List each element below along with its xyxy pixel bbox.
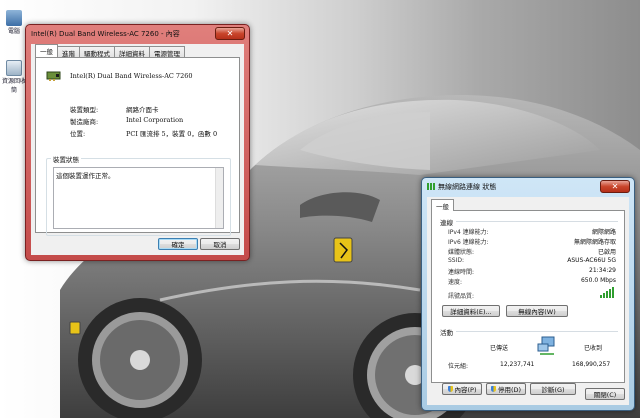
status-value: 650.0 Mbps <box>580 277 616 284</box>
sent-label: 已傳送 <box>490 345 509 352</box>
desktop-icon-recycle-bin[interactable]: 資源回收筒 <box>2 60 26 94</box>
desktop-icon-label: 電腦 <box>7 28 20 35</box>
wireless-status-window: 無線網路連線 狀態 ✕ 一般 連線 IPv4 連線能力: 網際網路 IPv6 連… <box>421 177 635 411</box>
section-divider <box>456 331 618 332</box>
diagnose-button[interactable]: 診斷(G) <box>530 383 576 395</box>
properties-client: 一般 進階 驅動程式 詳細資料 電源管理 Intel(R) Dual Band … <box>31 44 244 255</box>
close-icon: ✕ <box>611 182 619 191</box>
properties-button[interactable]: 內容(P) <box>442 383 482 395</box>
wifi-status-icon <box>427 183 435 190</box>
tab-driver[interactable]: 驅動程式 <box>79 46 115 58</box>
properties-button-label: 內容(P) <box>454 386 477 394</box>
status-row-speed: 速度: 650.0 Mbps <box>448 277 616 286</box>
details-button[interactable]: 詳細資料(E)... <box>442 305 500 317</box>
signal-quality-row: 訊號品質: <box>448 291 616 300</box>
window-title: 無線網路連線 狀態 <box>438 182 497 191</box>
status-row-ipv4: IPv4 連線能力: 網際網路 <box>448 227 616 236</box>
received-label: 已收到 <box>584 345 603 352</box>
disable-button[interactable]: 停用(D) <box>486 383 526 395</box>
status-row-ssid: SSID: ASUS-AC66U 5G <box>448 257 616 264</box>
tab-details[interactable]: 詳細資料 <box>114 46 150 58</box>
status-row-duration: 連線時間: 21:34:29 <box>448 267 616 276</box>
shield-icon <box>447 386 453 392</box>
close-icon: ✕ <box>226 29 234 38</box>
tab-general[interactable]: 一般 <box>431 199 454 211</box>
signal-strength-icon <box>600 287 614 298</box>
cancel-button[interactable]: 取消 <box>200 238 240 250</box>
bytes-received: 168,990,257 <box>572 361 611 368</box>
status-key: 連線時間: <box>448 269 475 276</box>
status-key: 媒體狀態: <box>448 249 475 256</box>
close-dialog-button[interactable]: 關閉(C) <box>585 388 625 400</box>
device-properties-window: Intel(R) Dual Band Wireless-AC 7260 - 內容… <box>25 24 250 261</box>
device-status-textbox[interactable]: 這個裝置運作正常。 <box>53 167 224 229</box>
connection-section-title: 連線 <box>440 219 453 227</box>
network-activity-icon <box>537 336 555 355</box>
device-status-title: 裝置狀態 <box>51 154 81 164</box>
close-button[interactable]: ✕ <box>600 180 630 193</box>
desktop-icon-label: 資源回收筒 <box>2 78 27 94</box>
status-titlebar[interactable]: 無線網路連線 狀態 ✕ <box>422 178 634 195</box>
device-status-text: 這個裝置運作正常。 <box>56 172 115 180</box>
status-scrollbar[interactable] <box>215 168 223 228</box>
general-tab-panel: Intel(R) Dual Band Wireless-AC 7260 裝置類型… <box>35 57 240 236</box>
property-value: Intel Corporation <box>126 116 184 124</box>
wireless-properties-button[interactable]: 無線內容(W) <box>506 305 568 317</box>
signal-quality-label: 訊號品質: <box>448 293 475 300</box>
activity-section-title: 活動 <box>440 329 453 337</box>
network-adapter-icon <box>46 71 61 81</box>
property-key: 製造廠商: <box>70 118 99 126</box>
tab-advanced[interactable]: 進階 <box>57 46 80 58</box>
status-value: 21:34:29 <box>589 267 616 274</box>
tab-general[interactable]: 一般 <box>35 44 58 57</box>
property-key: 位置: <box>70 130 86 138</box>
property-key: 裝置類型: <box>70 106 99 114</box>
desktop-icon-computer[interactable]: 電腦 <box>2 10 26 35</box>
shield-icon <box>490 386 496 392</box>
property-row-manufacturer: 製造廠商: Intel Corporation <box>70 116 183 126</box>
computer-icon <box>6 10 22 26</box>
status-tab-panel: 連線 IPv4 連線能力: 網際網路 IPv6 連線能力: 無網際網路存取 媒體… <box>431 210 625 395</box>
property-row-type: 裝置類型: 網路介面卡 <box>70 104 159 114</box>
property-value: PCI 匯流排 5，裝置 0，函數 0 <box>126 130 218 138</box>
status-key: IPv6 連線能力: <box>448 239 489 246</box>
disable-button-label: 停用(D) <box>497 386 522 394</box>
status-key: 速度: <box>448 279 463 286</box>
status-value: ASUS-AC66U 5G <box>567 257 616 264</box>
status-value: 已啟用 <box>597 249 616 256</box>
section-divider <box>456 221 618 222</box>
ok-button[interactable]: 確定 <box>158 238 198 250</box>
status-value: 網際網路 <box>591 229 616 236</box>
close-button[interactable]: ✕ <box>215 27 245 40</box>
tab-strip: 一般 進階 驅動程式 詳細資料 電源管理 <box>35 44 185 58</box>
property-row-location: 位置: PCI 匯流排 5，裝置 0，函數 0 <box>70 128 217 138</box>
device-name: Intel(R) Dual Band Wireless-AC 7260 <box>70 72 193 80</box>
device-status-group: 裝置狀態 這個裝置運作正常。 <box>46 154 231 236</box>
status-value: 無網際網路存取 <box>573 239 616 246</box>
recycle-bin-icon <box>6 60 22 76</box>
status-key: IPv4 連線能力: <box>448 229 489 236</box>
property-value: 網路介面卡 <box>126 106 159 114</box>
bytes-label: 位元組: <box>448 363 469 370</box>
status-row-ipv6: IPv6 連線能力: 無網際網路存取 <box>448 237 616 246</box>
status-row-media: 媒體狀態: 已啟用 <box>448 247 616 256</box>
status-key: SSID: <box>448 257 465 264</box>
status-client: 一般 連線 IPv4 連線能力: 網際網路 IPv6 連線能力: 無網際網路存取… <box>427 197 629 405</box>
properties-titlebar[interactable]: Intel(R) Dual Band Wireless-AC 7260 - 內容… <box>26 25 249 42</box>
tab-power-management[interactable]: 電源管理 <box>149 46 185 58</box>
bytes-sent: 12,237,741 <box>500 361 535 368</box>
window-title: Intel(R) Dual Band Wireless-AC 7260 - 內容 <box>31 29 180 38</box>
